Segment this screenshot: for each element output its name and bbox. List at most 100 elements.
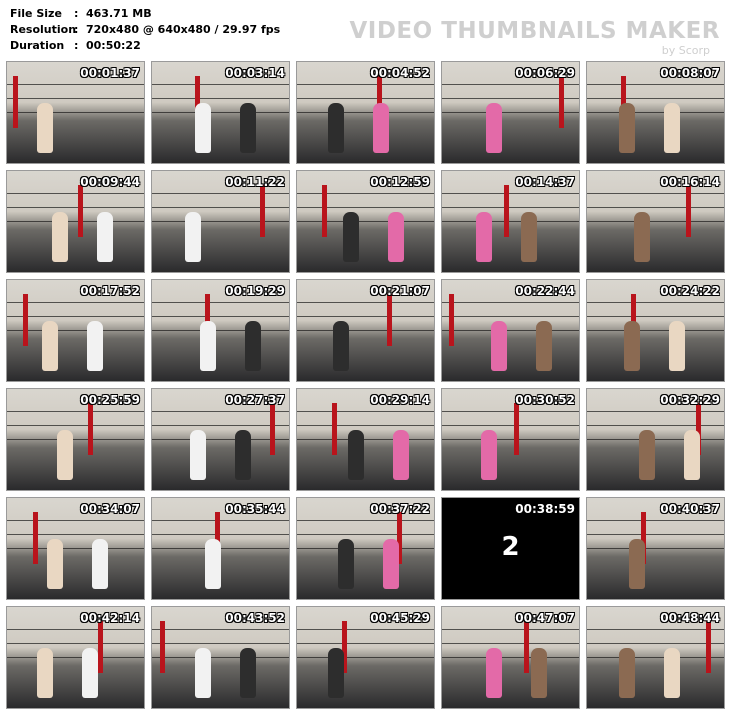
- ring-rope: [587, 221, 724, 222]
- video-thumbnail[interactable]: 00:21:07: [296, 279, 435, 382]
- video-thumbnail[interactable]: 00:11:22: [151, 170, 290, 273]
- ring-rope: [587, 193, 724, 194]
- timestamp-label: 00:19:29: [225, 284, 285, 298]
- person-figure: [491, 321, 507, 371]
- ring-rope: [7, 411, 144, 412]
- ring-rope: [7, 193, 144, 194]
- person-figure: [92, 539, 108, 589]
- video-thumbnail[interactable]: 00:43:52: [151, 606, 290, 709]
- ring-rope: [297, 520, 434, 521]
- ring-rope: [7, 643, 144, 644]
- timestamp-label: 00:25:59: [80, 393, 140, 407]
- video-thumbnail[interactable]: 2 00:38:59: [441, 497, 580, 600]
- person-figure: [333, 321, 349, 371]
- timestamp-label: 00:42:14: [80, 611, 140, 625]
- timestamp-label: 00:12:59: [370, 175, 430, 189]
- timestamp-label: 00:29:14: [370, 393, 430, 407]
- separator: :: [74, 39, 79, 52]
- ring-post: [160, 621, 165, 673]
- person-figure: [37, 648, 53, 698]
- timestamp-label: 00:47:07: [515, 611, 575, 625]
- video-thumbnail[interactable]: 00:45:29: [296, 606, 435, 709]
- ring-rope: [7, 84, 144, 85]
- timestamp-label: 00:04:52: [370, 66, 430, 80]
- ring-rope: [587, 548, 724, 549]
- video-thumbnail[interactable]: 00:32:29: [586, 388, 725, 491]
- ring-post: [270, 403, 275, 455]
- ring-rope: [587, 411, 724, 412]
- ring-post: [686, 185, 691, 237]
- ring-rope: [297, 207, 434, 208]
- video-thumbnail[interactable]: 00:04:52: [296, 61, 435, 164]
- timestamp-label: 00:21:07: [370, 284, 430, 298]
- video-thumbnail[interactable]: 00:08:07: [586, 61, 725, 164]
- video-thumbnail[interactable]: 00:48:44: [586, 606, 725, 709]
- video-thumbnail[interactable]: 00:47:07: [441, 606, 580, 709]
- ring-post: [260, 185, 265, 237]
- video-thumbnail[interactable]: 00:06:29: [441, 61, 580, 164]
- person-figure: [388, 212, 404, 262]
- ring-rope: [297, 316, 434, 317]
- ring-rope: [587, 534, 724, 535]
- person-figure: [531, 648, 547, 698]
- ring-rope: [297, 629, 434, 630]
- video-thumbnail[interactable]: 00:17:52: [6, 279, 145, 382]
- video-thumbnail[interactable]: 00:30:52: [441, 388, 580, 491]
- person-figure: [195, 103, 211, 153]
- video-thumbnail[interactable]: 00:25:59: [6, 388, 145, 491]
- ring-rope: [7, 98, 144, 99]
- ring-rope: [7, 112, 144, 113]
- ring-rope: [152, 657, 289, 658]
- person-figure: [240, 103, 256, 153]
- video-thumbnail[interactable]: 00:40:37: [586, 497, 725, 600]
- person-figure: [97, 212, 113, 262]
- ring-rope: [152, 629, 289, 630]
- video-thumbnail[interactable]: 00:37:22: [296, 497, 435, 600]
- video-thumbnail[interactable]: 00:29:14: [296, 388, 435, 491]
- ring-rope: [297, 84, 434, 85]
- timestamp-label: 00:34:07: [80, 502, 140, 516]
- person-figure: [42, 321, 58, 371]
- ring-rope: [7, 629, 144, 630]
- ring-post: [23, 294, 28, 346]
- ring-rope: [442, 207, 579, 208]
- video-thumbnail[interactable]: 00:34:07: [6, 497, 145, 600]
- video-thumbnail[interactable]: 00:16:14: [586, 170, 725, 273]
- ring-post: [88, 403, 93, 455]
- video-thumbnail[interactable]: 00:42:14: [6, 606, 145, 709]
- video-thumbnail[interactable]: 00:24:22: [586, 279, 725, 382]
- video-thumbnail[interactable]: 00:19:29: [151, 279, 290, 382]
- person-figure: [629, 539, 645, 589]
- video-thumbnail[interactable]: 00:22:44: [441, 279, 580, 382]
- ring-post: [559, 76, 564, 128]
- ring-rope: [152, 330, 289, 331]
- video-thumbnail[interactable]: 00:14:37: [441, 170, 580, 273]
- video-thumbnail[interactable]: 00:01:37: [6, 61, 145, 164]
- ring-rope: [442, 439, 579, 440]
- ring-rope: [152, 207, 289, 208]
- timestamp-label: 00:11:22: [225, 175, 285, 189]
- ring-rope: [152, 316, 289, 317]
- person-figure: [634, 212, 650, 262]
- person-figure: [343, 212, 359, 262]
- ring-rope: [587, 98, 724, 99]
- ring-rope: [442, 330, 579, 331]
- video-thumbnail[interactable]: 00:27:37: [151, 388, 290, 491]
- timestamp-label: 00:30:52: [515, 393, 575, 407]
- watermark-title: VIDEO THUMBNAILS MAKER: [349, 18, 720, 44]
- person-figure: [486, 103, 502, 153]
- ring-rope: [152, 534, 289, 535]
- ring-rope: [7, 548, 144, 549]
- timestamp-label: 00:17:52: [80, 284, 140, 298]
- ring-post: [514, 403, 519, 455]
- video-thumbnail[interactable]: 00:03:14: [151, 61, 290, 164]
- video-thumbnail[interactable]: 00:12:59: [296, 170, 435, 273]
- resolution-row: Resolution : 720x480 @ 640x480 / 29.97 f…: [10, 22, 280, 38]
- ring-rope: [7, 425, 144, 426]
- ring-rope: [7, 534, 144, 535]
- video-thumbnail[interactable]: 00:35:44: [151, 497, 290, 600]
- person-figure: [481, 430, 497, 480]
- duration-label: Duration: [10, 39, 65, 52]
- ring-rope: [297, 330, 434, 331]
- video-thumbnail[interactable]: 00:09:44: [6, 170, 145, 273]
